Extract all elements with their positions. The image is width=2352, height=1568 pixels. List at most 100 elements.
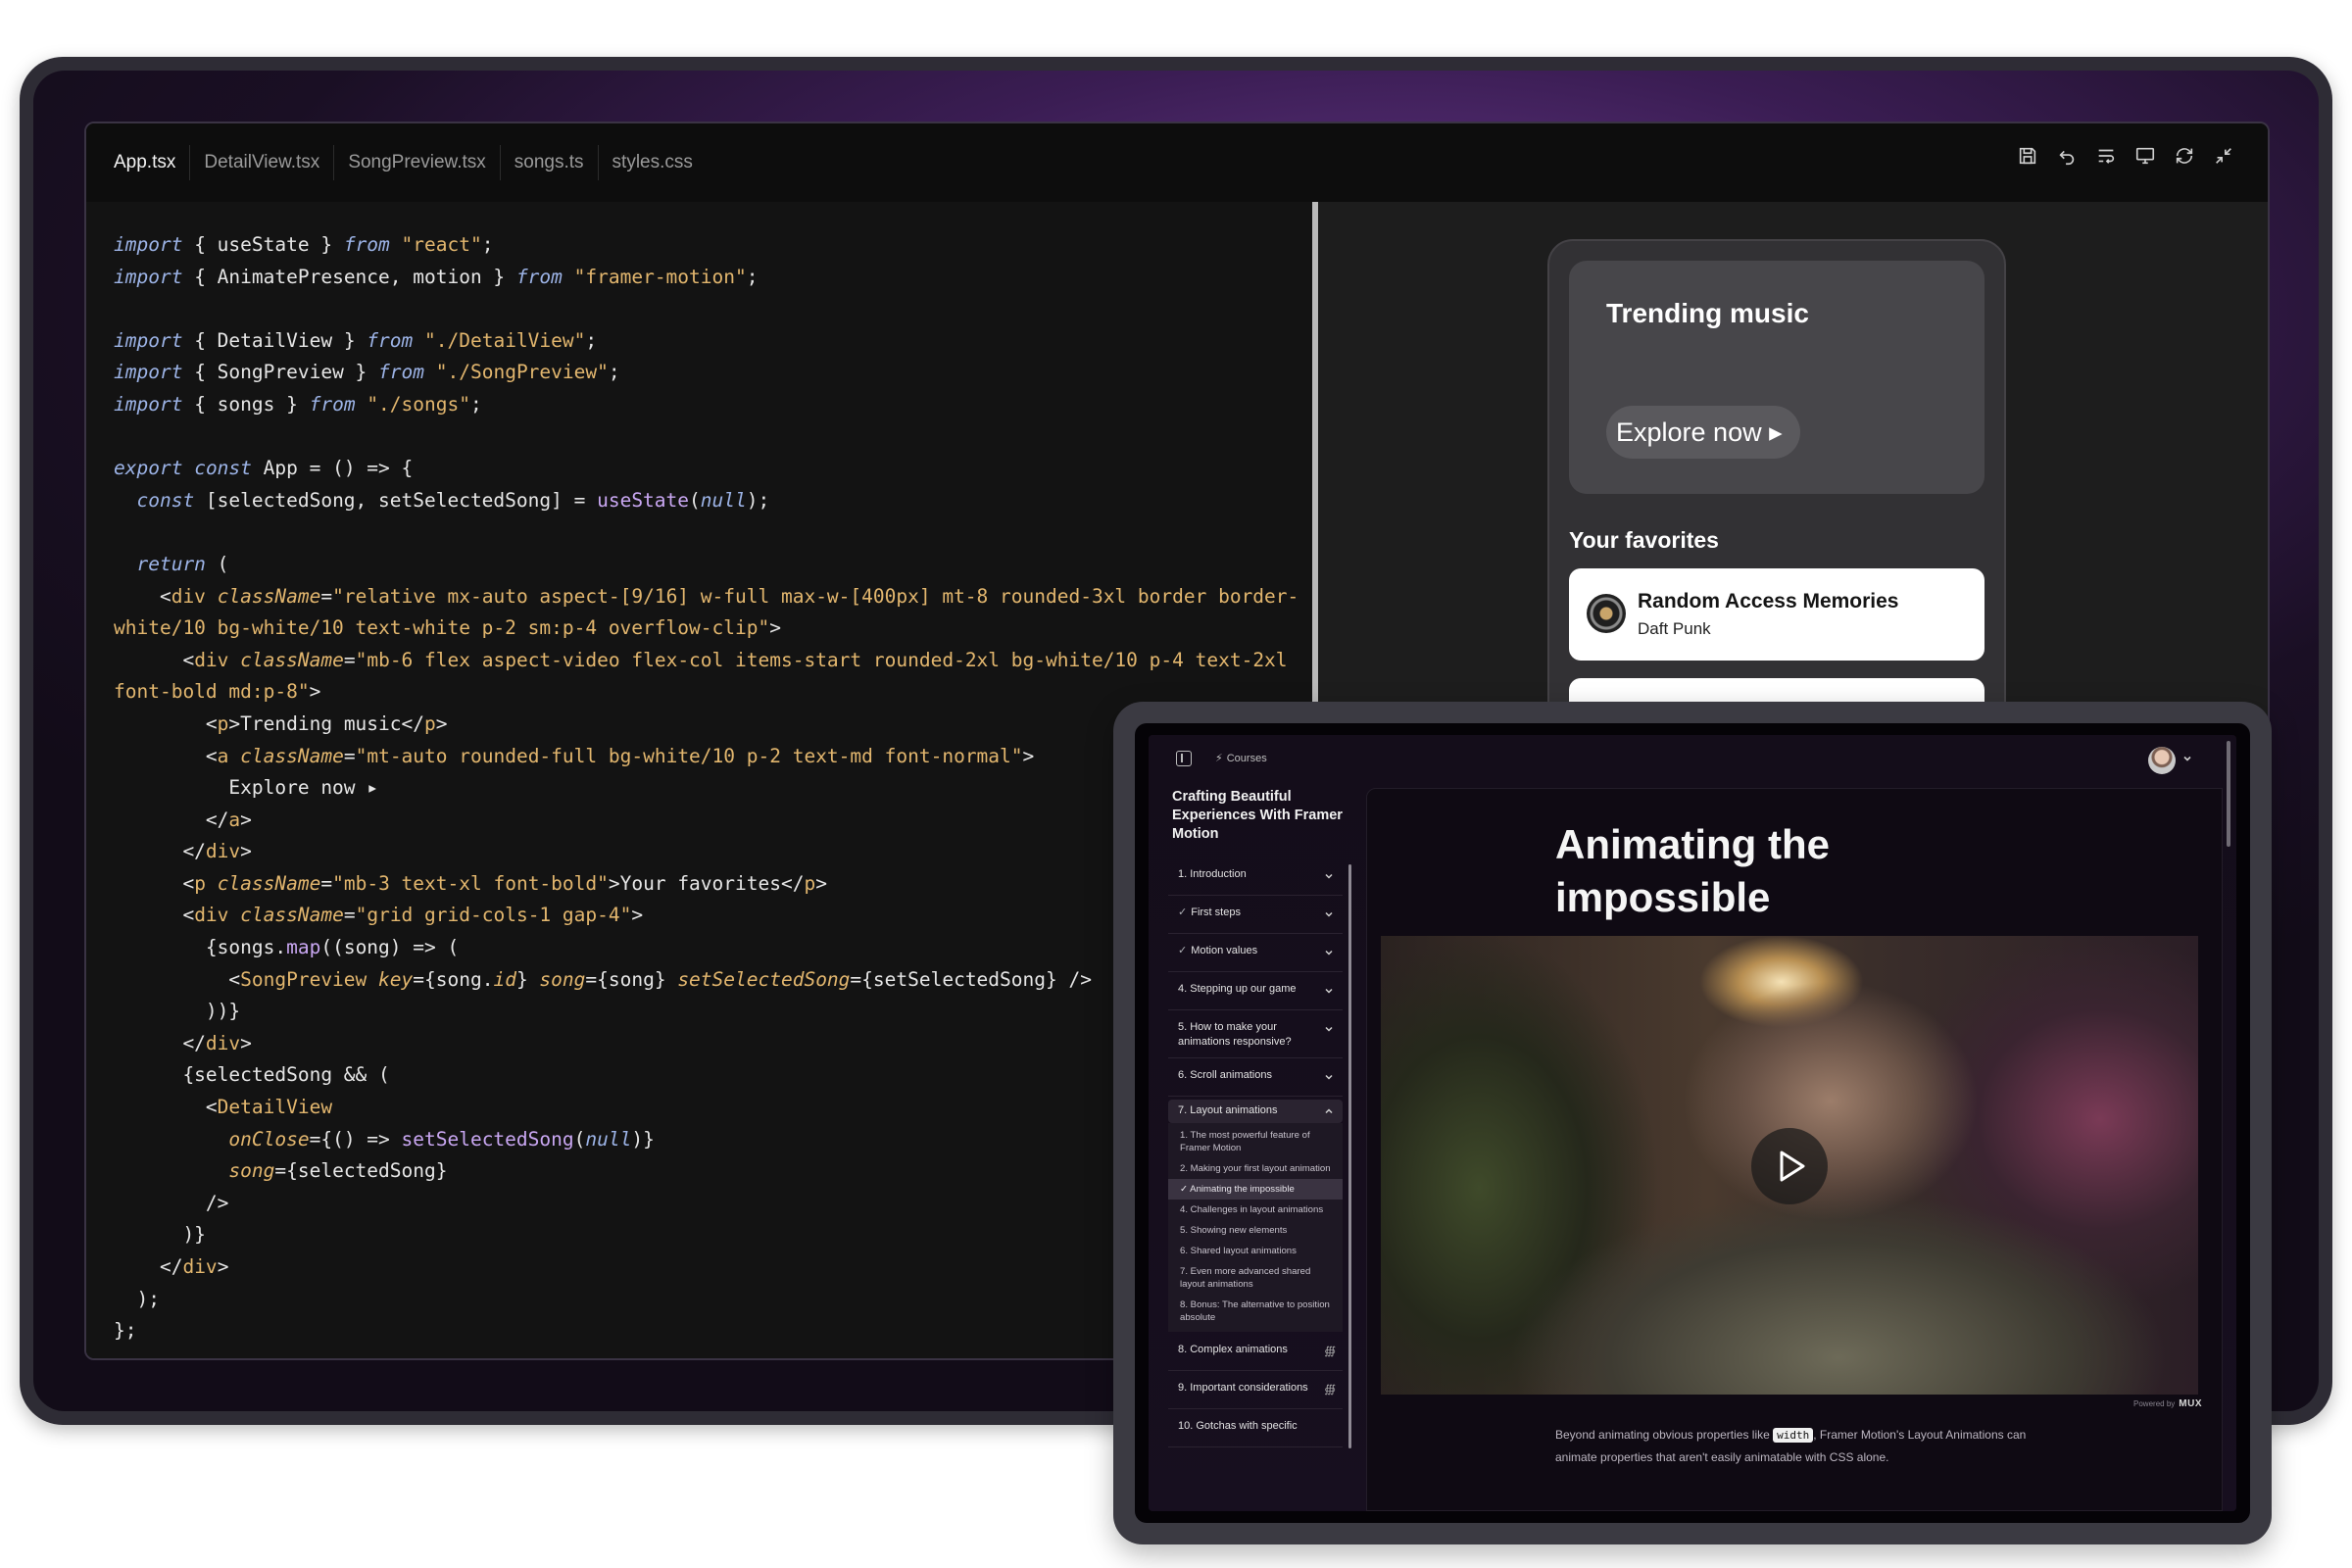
code-line[interactable]: export const App = () => { <box>114 453 1298 485</box>
code-token: = <box>343 648 356 671</box>
code-line[interactable]: const [selectedSong, setSelectedSong] = … <box>114 485 1298 517</box>
breadcrumb[interactable]: ⚡ Courses <box>1215 752 1267 765</box>
sidebar-scrollbar[interactable] <box>1348 864 1351 1448</box>
code-token: "grid grid-cols-1 gap-4" <box>355 904 632 927</box>
tab-detailview-tsx[interactable]: DetailView.tsx <box>190 145 335 180</box>
avatar[interactable] <box>2148 747 2176 774</box>
powered-by-label: Powered by <box>2133 1399 2176 1408</box>
chapter-item[interactable]: 7. Layout animations <box>1168 1100 1343 1123</box>
page-scrollbar[interactable] <box>2227 741 2230 847</box>
trending-box: Trending music Explore now ▸ <box>1569 261 1984 494</box>
sub-lesson-item[interactable]: 7. Even more advanced shared layout anim… <box>1168 1261 1343 1295</box>
chevron-down-icon <box>1323 1071 1335 1083</box>
song-preview-card[interactable]: Random Access Memories Daft Punk <box>1569 568 1984 661</box>
code-token: ; <box>585 328 598 352</box>
code-token: ={song} <box>585 967 678 991</box>
code-token: ={selectedSong} <box>274 1159 448 1183</box>
code-token: ( <box>573 1127 586 1151</box>
code-token: map <box>286 936 321 959</box>
code-token: p <box>194 871 206 895</box>
wrap-icon[interactable] <box>2095 145 2117 167</box>
code-line[interactable]: return ( <box>114 549 1298 581</box>
code-token: p <box>217 711 229 735</box>
collapse-icon[interactable] <box>2213 145 2234 167</box>
tab-styles-css[interactable]: styles.css <box>599 145 707 180</box>
sub-lesson-item[interactable]: 1. The most powerful feature of Framer M… <box>1168 1125 1343 1158</box>
code-token: )} <box>114 1223 206 1247</box>
sidebar-toggle-icon[interactable] <box>1176 751 1192 766</box>
app-topbar: ⚡ Courses <box>1149 735 2236 847</box>
code-token: font-bold md:p-8" <box>114 680 310 704</box>
explore-now-button[interactable]: Explore now ▸ <box>1606 406 1800 459</box>
chapter-item[interactable]: 8. Complex animations ∰ <box>1168 1336 1343 1371</box>
mux-logo: MUX <box>2179 1398 2202 1409</box>
chapter-item[interactable]: 1. Introduction <box>1168 860 1343 896</box>
code-token: = <box>320 871 333 895</box>
code-token: className <box>240 648 344 671</box>
chapter-item[interactable]: 4. Stepping up our game <box>1168 975 1343 1010</box>
code-line[interactable]: font-bold md:p-8"> <box>114 676 1298 709</box>
undo-icon[interactable] <box>2056 145 2078 167</box>
code-line[interactable]: import { DetailView } from "./DetailView… <box>114 325 1298 358</box>
sub-lesson-item[interactable]: 5. Showing new elements <box>1168 1220 1343 1241</box>
sub-lesson-item[interactable]: 6. Shared layout animations <box>1168 1241 1343 1261</box>
tab-songs-ts[interactable]: songs.ts <box>501 145 599 180</box>
chevron-down-icon[interactable] <box>2181 753 2193 764</box>
powered-by-badge: Powered by MUX <box>2133 1398 2202 1409</box>
sub-lesson-item[interactable]: 2. Making your first layout animation <box>1168 1158 1343 1179</box>
code-token: export <box>114 457 183 480</box>
chapter-label: 7. Layout animations <box>1178 1104 1278 1116</box>
code-token: "framer-motion" <box>573 265 747 288</box>
sub-lesson-item[interactable]: ✓ Animating the impossible <box>1168 1179 1343 1200</box>
courses-icon: ⚡ <box>1215 753 1223 764</box>
code-token: {selectedSong && ( <box>114 1063 390 1087</box>
code-line[interactable]: import { AnimatePresence, motion } from … <box>114 262 1298 294</box>
refresh-icon[interactable] <box>2174 145 2195 167</box>
code-token: { songs } <box>182 392 310 416</box>
code-token: { SongPreview } <box>182 361 379 384</box>
sub-lesson-item[interactable]: 4. Challenges in layout animations <box>1168 1200 1343 1220</box>
song-artist: Daft Punk <box>1638 619 1711 638</box>
sub-lesson-list: 1. The most powerful feature of Framer M… <box>1168 1123 1343 1332</box>
code-token: { useState } <box>182 233 344 256</box>
code-token: < <box>114 648 195 671</box>
code-token: )} <box>631 1127 655 1151</box>
code-token: a <box>228 808 241 831</box>
sub-lesson-item[interactable]: 8. Bonus: The alternative to position ab… <box>1168 1295 1343 1328</box>
code-token: div <box>194 648 229 671</box>
chapter-item[interactable]: 5. How to make your animations responsiv… <box>1168 1013 1343 1058</box>
chapter-item[interactable]: ✓ Motion values <box>1168 937 1343 972</box>
code-token: {songs. <box>114 936 287 959</box>
code-token: from <box>309 392 356 416</box>
save-icon[interactable] <box>2017 145 2038 167</box>
lesson-video[interactable] <box>1381 936 2198 1395</box>
code-line[interactable] <box>114 293 1298 325</box>
code-line[interactable]: import { SongPreview } from "./SongPrevi… <box>114 357 1298 389</box>
chapter-item[interactable]: 10. Gotchas with specific <box>1168 1412 1343 1447</box>
chevron-down-icon <box>1323 985 1335 997</box>
code-line[interactable]: import { songs } from "./songs"; <box>114 389 1298 421</box>
code-token: ; <box>469 392 482 416</box>
play-button[interactable] <box>1751 1128 1828 1204</box>
chapter-item[interactable]: 6. Scroll animations <box>1168 1061 1343 1097</box>
code-token: null <box>585 1127 632 1151</box>
code-line[interactable]: <div className="relative mx-auto aspect-… <box>114 581 1298 613</box>
tab-app-tsx[interactable]: App.tsx <box>114 145 191 180</box>
chapter-item[interactable]: ✓ First steps <box>1168 899 1343 934</box>
code-token: = <box>320 584 333 608</box>
code-line[interactable] <box>114 516 1298 549</box>
tab-songpreview-tsx[interactable]: SongPreview.tsx <box>334 145 501 180</box>
preview-icon[interactable] <box>2134 145 2156 167</box>
code-line[interactable]: white/10 bg-white/10 text-white p-2 sm:p… <box>114 612 1298 645</box>
chapter-item[interactable]: 9. Important considerations ∰ <box>1168 1374 1343 1409</box>
code-line[interactable] <box>114 421 1298 454</box>
code-line[interactable]: import { useState } from "react"; <box>114 229 1298 262</box>
code-token: className <box>240 904 344 927</box>
code-line[interactable]: <div className="mb-6 flex aspect-video f… <box>114 645 1298 677</box>
code-token: const <box>136 488 195 512</box>
breadcrumb-courses[interactable]: Courses <box>1227 753 1267 764</box>
